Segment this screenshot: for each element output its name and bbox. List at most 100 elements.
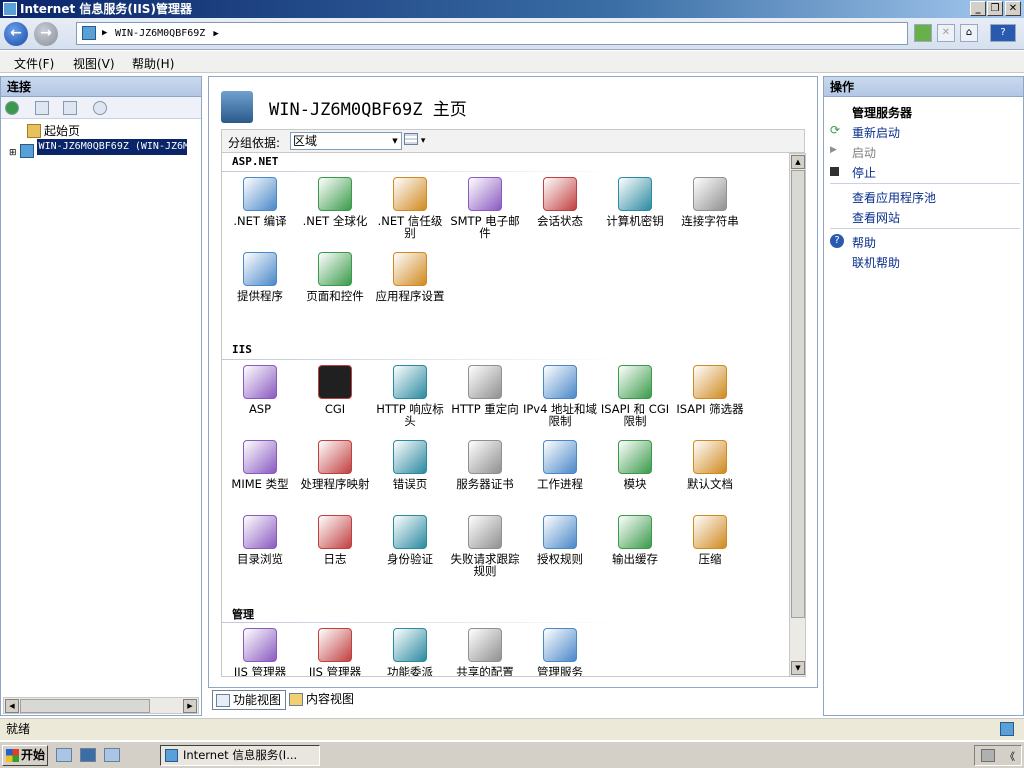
tab-content-view[interactable]: 内容视图 xyxy=(286,690,360,710)
scroll-left-icon[interactable]: ◀ xyxy=(5,699,19,713)
feature-item[interactable]: .NET 编译 xyxy=(222,177,298,227)
up-icon[interactable] xyxy=(63,101,77,115)
section-divider xyxy=(222,359,622,360)
feature-label: 模块 xyxy=(623,477,647,491)
feature-item[interactable]: 默认文档 xyxy=(672,440,748,490)
feature-item[interactable]: 功能委派 xyxy=(372,628,448,676)
feature-item[interactable]: 目录浏览 xyxy=(222,515,298,565)
feature-label: ASP xyxy=(248,402,272,416)
feature-icon xyxy=(318,515,352,549)
close-button[interactable]: ✕ xyxy=(1005,1,1021,16)
tab-features-view[interactable]: 功能视图 xyxy=(212,690,286,710)
feature-item[interactable]: IIS 管理器 xyxy=(297,628,373,676)
feature-item[interactable]: HTTP 响应标头 xyxy=(372,365,448,427)
help-menu-icon[interactable]: ? xyxy=(990,24,1016,42)
home-icon[interactable]: ⌂ xyxy=(960,24,978,42)
disconnect-icon[interactable] xyxy=(93,101,107,115)
scroll-thumb[interactable] xyxy=(791,170,805,618)
feature-item[interactable]: ISAPI 筛选器 xyxy=(672,365,748,415)
feature-item[interactable]: 日志 xyxy=(297,515,373,565)
feature-item[interactable]: .NET 信任级别 xyxy=(372,177,448,239)
action-start[interactable]: ▶ 启动 xyxy=(830,144,877,161)
feature-item[interactable]: 服务器证书 xyxy=(447,440,523,490)
action-restart[interactable]: ⟳ 重新启动 xyxy=(830,123,900,141)
tray-expand-icon[interactable]: 《 xyxy=(1005,748,1015,763)
feature-item[interactable]: 授权规则 xyxy=(522,515,598,565)
feature-item[interactable]: HTTP 重定向 xyxy=(447,365,523,415)
feature-icon xyxy=(243,515,277,549)
menu-file[interactable]: 文件(F) xyxy=(14,55,54,72)
scroll-thumb[interactable] xyxy=(20,699,150,713)
feature-item[interactable]: CGI xyxy=(297,365,373,415)
feature-item[interactable]: 共享的配置 xyxy=(447,628,523,676)
feature-item[interactable]: MIME 类型 xyxy=(222,440,298,490)
feature-label: 计算机密钥 xyxy=(606,214,664,228)
address-field[interactable]: ▶ WIN-JZ6M0QBF69Z ▶ xyxy=(76,22,908,45)
scroll-right-icon[interactable]: ▶ xyxy=(183,699,197,713)
feature-item[interactable]: IPv4 地址和域限制 xyxy=(522,365,598,427)
feature-item[interactable]: 失败请求跟踪规则 xyxy=(447,515,523,577)
chevron-down-icon[interactable]: ▼ xyxy=(389,133,401,149)
back-button[interactable]: ← xyxy=(4,22,28,46)
powershell-quicklaunch-icon[interactable] xyxy=(80,748,96,762)
feature-item[interactable]: 提供程序 xyxy=(222,252,298,302)
scroll-down-icon[interactable]: ▼ xyxy=(791,661,805,675)
feature-item[interactable]: 工作进程 xyxy=(522,440,598,490)
vertical-scrollbar[interactable]: ▲ ▼ xyxy=(789,153,806,677)
desktop-quicklaunch-icon[interactable] xyxy=(104,748,120,762)
menu-view[interactable]: 视图(V) xyxy=(73,55,115,72)
feature-icon xyxy=(693,440,727,474)
connect-icon[interactable] xyxy=(5,101,19,115)
server-manager-quicklaunch-icon[interactable] xyxy=(56,748,72,762)
feature-item[interactable]: 模块 xyxy=(597,440,673,490)
stop-icon xyxy=(830,167,839,176)
status-server-icon xyxy=(1000,722,1014,736)
feature-item[interactable]: .NET 全球化 xyxy=(297,177,373,227)
action-group-manage-server: 管理服务器 xyxy=(852,106,913,120)
taskbar-item-iis[interactable]: Internet 信息服务(I... xyxy=(160,745,320,766)
address-path: WIN-JZ6M0QBF69Z xyxy=(115,28,206,39)
scroll-up-icon[interactable]: ▲ xyxy=(791,155,805,169)
action-stop[interactable]: 停止 xyxy=(830,164,876,181)
tree-item-server[interactable]: ⊞ WIN-JZ6M0QBF69Z (WIN-JZ6M0 xyxy=(9,139,187,158)
restore-button[interactable]: ❐ xyxy=(987,1,1003,16)
network-icon[interactable] xyxy=(981,749,995,762)
feature-item[interactable]: 连接字符串 xyxy=(672,177,748,227)
feature-item[interactable]: 页面和控件 xyxy=(297,252,373,302)
stop-nav-icon[interactable]: ✕ xyxy=(937,24,955,42)
action-view-app-pools[interactable]: 查看应用程序池 xyxy=(852,189,936,206)
tree-item-start-page[interactable]: 起始页 xyxy=(27,123,80,139)
expand-icon[interactable]: ⊞ xyxy=(9,148,17,158)
action-view-sites[interactable]: 查看网站 xyxy=(852,209,900,226)
start-button[interactable]: 开始 xyxy=(2,745,48,766)
save-icon[interactable] xyxy=(35,101,49,115)
feature-label: 服务器证书 xyxy=(456,477,514,491)
taskbar-item-label: Internet 信息服务(I... xyxy=(183,748,298,762)
feature-label: 提供程序 xyxy=(237,289,283,303)
feature-item[interactable]: 身份验证 xyxy=(372,515,448,565)
horizontal-scrollbar[interactable]: ◀ ▶ xyxy=(3,697,199,714)
action-label: 启动 xyxy=(852,146,877,160)
feature-item[interactable]: 管理服务 xyxy=(522,628,598,676)
connections-tree: 起始页 ⊞ WIN-JZ6M0QBF69Z (WIN-JZ6M0 xyxy=(1,119,201,689)
feature-item[interactable]: SMTP 电子邮件 xyxy=(447,177,523,239)
feature-item[interactable]: 计算机密钥 xyxy=(597,177,673,227)
action-online-help[interactable]: 联机帮助 xyxy=(852,254,900,271)
menu-help[interactable]: 帮助(H) xyxy=(132,55,174,72)
feature-item[interactable]: ASP xyxy=(222,365,298,415)
feature-item[interactable]: 输出缓存 xyxy=(597,515,673,565)
action-help[interactable]: ? 帮助 xyxy=(830,234,876,251)
minimize-button[interactable]: _ xyxy=(970,1,986,16)
feature-item[interactable]: 应用程序设置 xyxy=(372,252,448,302)
feature-item[interactable]: ISAPI 和 CGI 限制 xyxy=(597,365,673,427)
chevron-right-icon[interactable]: ▶ xyxy=(213,29,218,39)
group-by-select[interactable]: 区域 ▼ xyxy=(290,132,402,150)
feature-item[interactable]: 错误页 xyxy=(372,440,448,490)
refresh-icon[interactable] xyxy=(914,24,932,42)
feature-item[interactable]: IIS 管理器 xyxy=(222,628,298,676)
feature-item[interactable]: 处理程序映射 xyxy=(297,440,373,490)
view-mode-button[interactable]: ▾ xyxy=(404,133,430,149)
forward-button[interactable]: → xyxy=(34,22,58,46)
feature-item[interactable]: 压缩 xyxy=(672,515,748,565)
feature-item[interactable]: 会话状态 xyxy=(522,177,598,227)
